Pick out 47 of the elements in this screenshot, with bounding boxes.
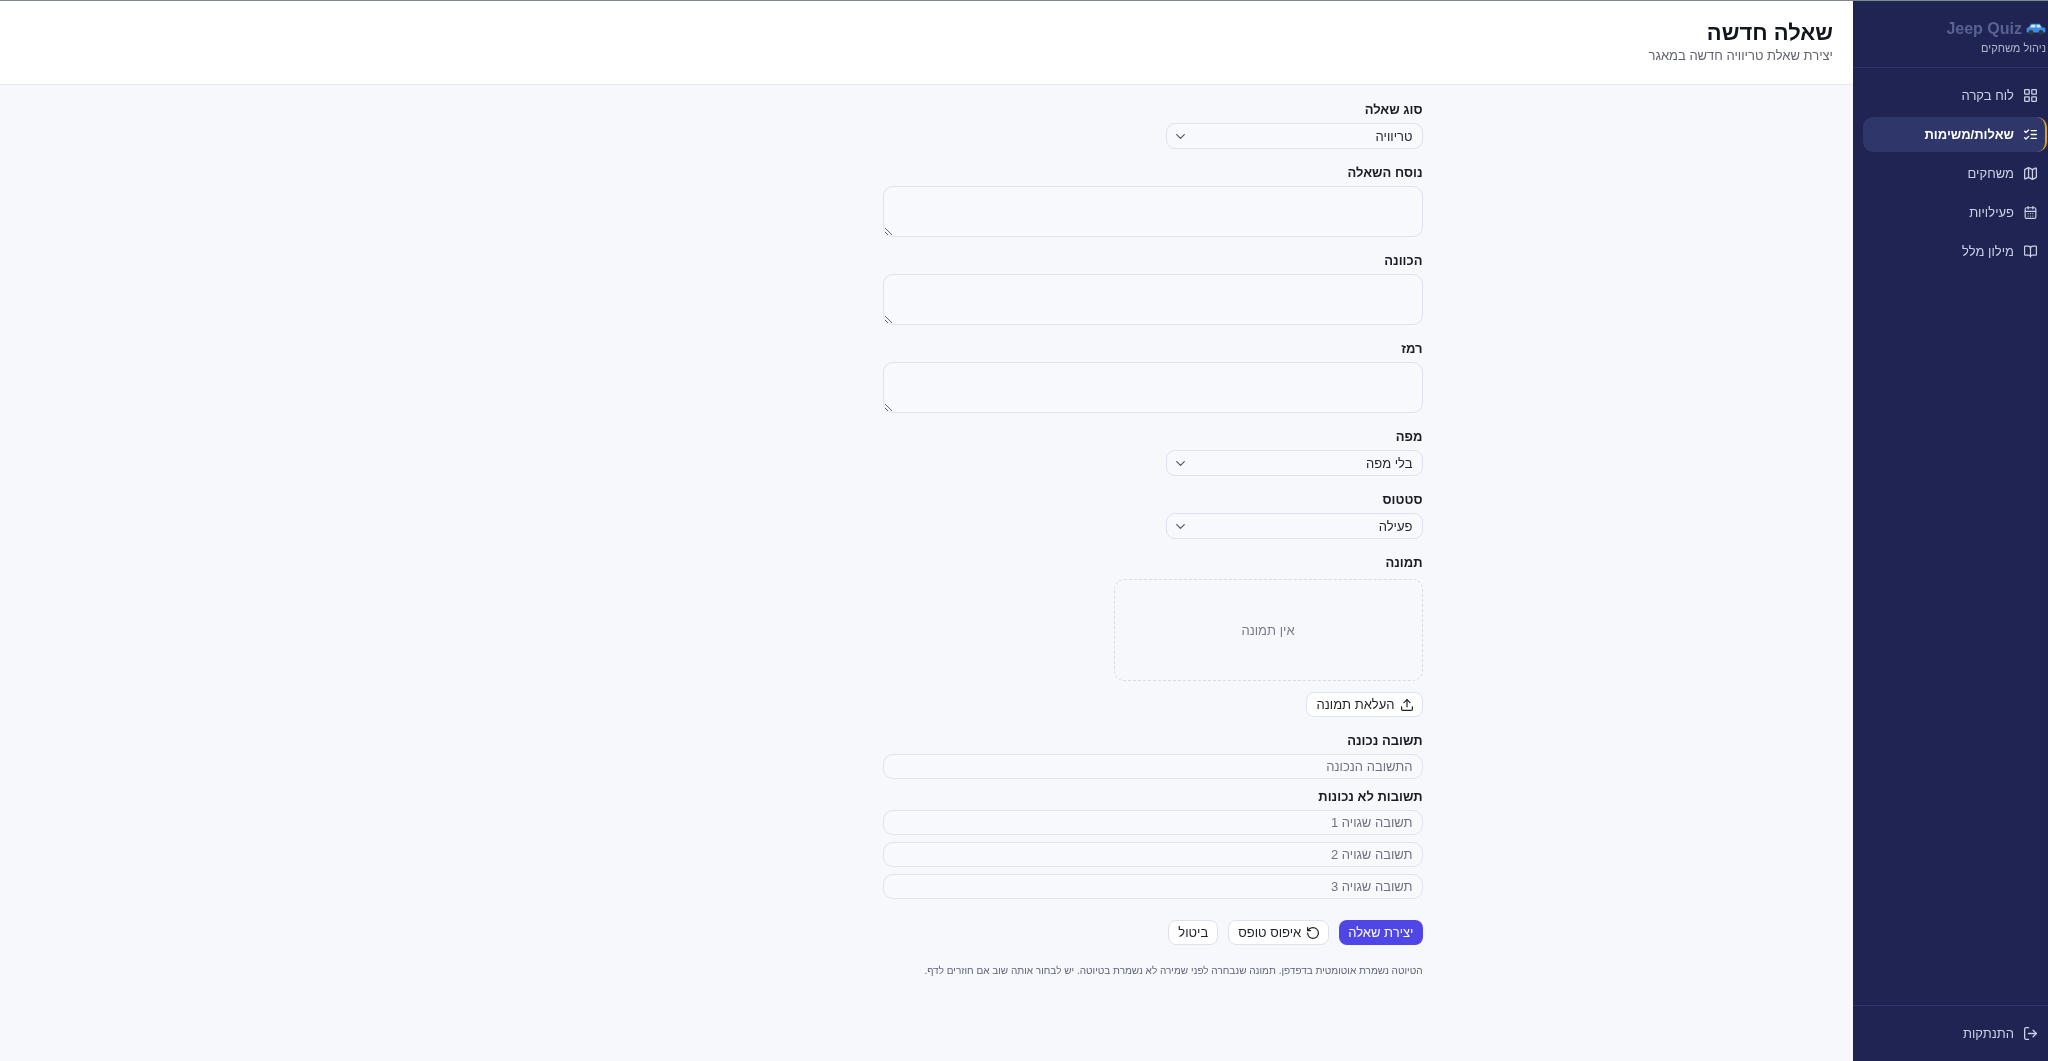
submit-button[interactable]: יצירת שאלה [1339, 920, 1423, 945]
field-label: נוסח השאלה [1347, 165, 1423, 181]
page-title: שאלה חדשה [1706, 20, 1833, 46]
reset-button[interactable]: איפוס טופס [1228, 920, 1330, 945]
app-title: Jeep Quiz [1946, 19, 2022, 39]
dropdown[interactable]: בלי מפה [1165, 450, 1423, 476]
upload-icon [1400, 698, 1413, 711]
logout-button[interactable]: התנתקות [1962, 1026, 2037, 1041]
dropdown[interactable]: טריוויה [1165, 123, 1423, 149]
map-icon [2024, 167, 2037, 180]
text-area[interactable] [882, 186, 1423, 237]
field-label: תשובות לא נכונות [1318, 789, 1423, 805]
app-subtitle: ניהול משחקים [1981, 41, 2046, 55]
field-label: הכוונה [1384, 253, 1423, 269]
calendar-icon [2024, 206, 2037, 219]
chevron-down-icon [1175, 133, 1185, 139]
field-label: מפה [1395, 429, 1423, 445]
reset-icon [1307, 926, 1320, 939]
answer-field[interactable]: תשובה שגויה 1 [882, 810, 1423, 835]
upload-button[interactable]: העלאת תמונה [1306, 692, 1423, 717]
chevron-down-icon [1175, 460, 1185, 466]
book-icon [2024, 245, 2037, 258]
field-label: סוג שאלה [1364, 102, 1423, 118]
field-label: תמונה [1385, 555, 1423, 571]
text-area[interactable] [882, 362, 1423, 413]
chevron-down-icon [1175, 523, 1185, 529]
logout-icon [2024, 1027, 2037, 1040]
field-label: סטטוס [1382, 492, 1423, 508]
text-area[interactable] [882, 274, 1423, 325]
answer-field[interactable]: התשובה הנכונה [882, 754, 1423, 779]
field-label: רמז [1401, 341, 1423, 357]
field-label: תשובה נכונה [1347, 733, 1423, 749]
nav-item[interactable]: מילון מלל [1863, 234, 2047, 269]
nav-item[interactable]: לוח בקרה [1863, 78, 2047, 113]
image-preview: אין תמונה [1113, 579, 1423, 681]
checklist-icon [2024, 128, 2037, 141]
nav-item[interactable]: פעילויות [1863, 195, 2047, 230]
cancel-button[interactable]: ביטול [1168, 920, 1219, 945]
grid-icon [2024, 89, 2037, 102]
page-subtitle: יצירת שאלת טריוויה חדשה במאגר [1648, 48, 1833, 64]
autosave-note: הטיוטה נשמרת אוטומטית בדפדפן. תמונה שנבחרה לפני שמירה לא נשמרת בטיוטה. יש לבחור אותה שוב אם חוזרים לדף. [924, 964, 1423, 978]
answer-field[interactable]: תשובה שגויה 2 [882, 842, 1423, 867]
dropdown[interactable]: פעילה [1165, 513, 1423, 539]
nav-item[interactable]: משחקים [1863, 156, 2047, 191]
answer-field[interactable]: תשובה שגויה 3 [882, 874, 1423, 899]
nav-item[interactable]: שאלות/משימות [1863, 117, 2047, 152]
car-icon [2026, 23, 2046, 35]
